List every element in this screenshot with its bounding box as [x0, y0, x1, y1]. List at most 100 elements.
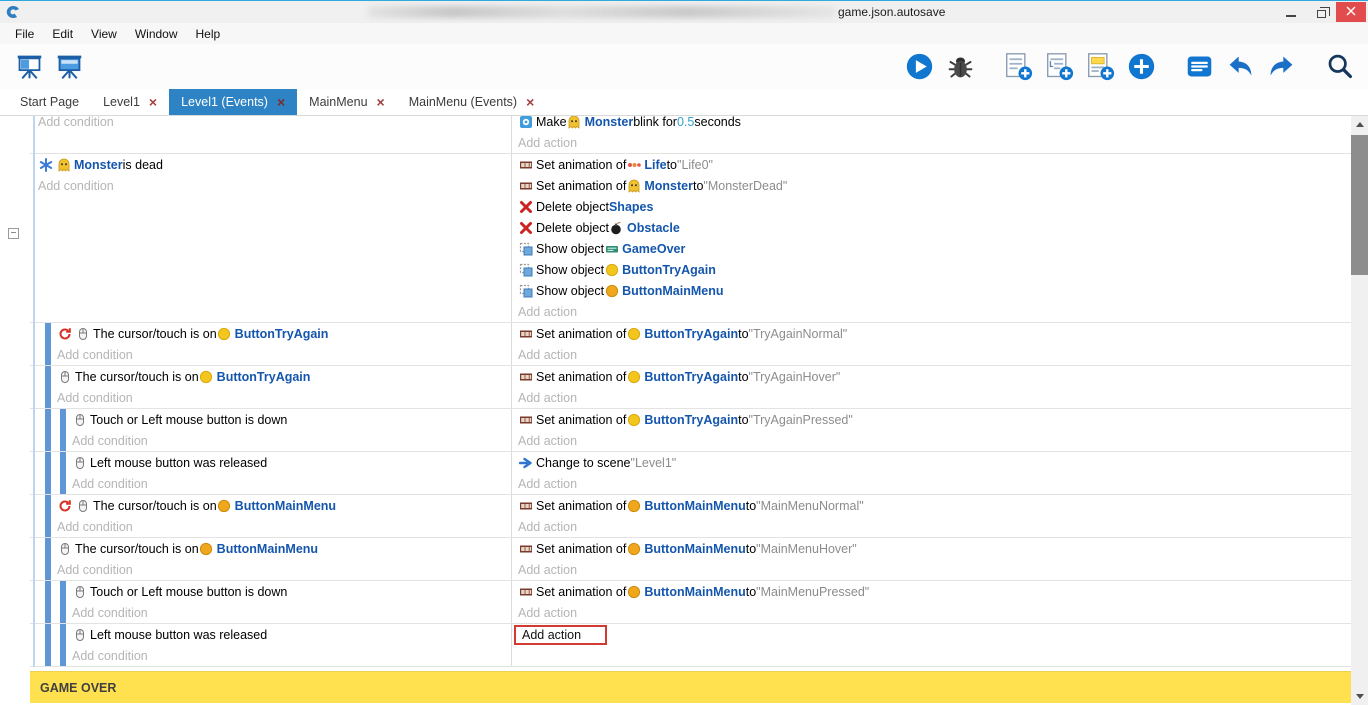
- add-condition-link[interactable]: Add condition: [57, 348, 133, 362]
- event-row[interactable]: Monster is dead Add condition Set animatio…: [30, 154, 1351, 323]
- event-row[interactable]: The cursor/touch is on ButtonMainMenu Add…: [30, 538, 1351, 581]
- close-button[interactable]: [1336, 2, 1366, 22]
- tab-close-icon[interactable]: ×: [277, 95, 285, 109]
- menu-item-view[interactable]: View: [82, 24, 126, 44]
- add-action-link[interactable]: Add action: [514, 625, 607, 645]
- event-row[interactable]: Left mouse button was released Add condit…: [30, 452, 1351, 495]
- add-action-link[interactable]: Add action: [518, 348, 577, 362]
- add-other-event-button[interactable]: [1124, 50, 1158, 84]
- redo-button[interactable]: [1264, 50, 1298, 84]
- events-editor-button[interactable]: [52, 50, 86, 84]
- menu-item-edit[interactable]: Edit: [43, 24, 82, 44]
- vertical-scrollbar[interactable]: [1351, 116, 1368, 705]
- condition[interactable]: Touch or Left mouse button is down: [72, 409, 511, 430]
- condition[interactable]: The cursor/touch is on ButtonTryAgain: [57, 366, 511, 387]
- condition[interactable]: The cursor/touch is on ButtonTryAgain: [57, 323, 511, 344]
- mouse-icon: [75, 326, 90, 341]
- preview-button[interactable]: [902, 50, 936, 84]
- animation-icon: [518, 584, 533, 599]
- maximize-button[interactable]: [1306, 2, 1336, 22]
- event-row[interactable]: The cursor/touch is on ButtonMainMenu Add…: [30, 495, 1351, 538]
- text-part: Set animation of: [536, 158, 626, 172]
- add-comment-button[interactable]: [1083, 50, 1117, 84]
- condition[interactable]: Left mouse button was released: [72, 624, 511, 645]
- text-part: to: [738, 370, 748, 384]
- action[interactable]: Delete object Shapes: [518, 196, 1351, 217]
- action[interactable]: Show object GameOver: [518, 238, 1351, 259]
- animation-icon: [518, 178, 533, 193]
- action[interactable]: Set animation of ButtonMainMenu to "Main…: [518, 538, 1351, 559]
- add-condition-row: Add condition: [72, 473, 511, 494]
- action[interactable]: Set animation of ButtonMainMenu to "Main…: [518, 495, 1351, 516]
- menu-item-help[interactable]: Help: [187, 24, 230, 44]
- search-button[interactable]: [1322, 50, 1356, 84]
- undo-button[interactable]: [1223, 50, 1257, 84]
- add-condition-link[interactable]: Add condition: [72, 477, 148, 491]
- add-condition-link[interactable]: Add condition: [72, 606, 148, 620]
- add-action-link[interactable]: Add action: [518, 305, 577, 319]
- scene-editor-button[interactable]: [12, 50, 46, 84]
- add-event-button[interactable]: [1001, 50, 1035, 84]
- event-row[interactable]: Touch or Left mouse button is down Add co…: [30, 581, 1351, 624]
- collapse-event-toggle[interactable]: −: [8, 228, 19, 239]
- condition[interactable]: The cursor/touch is on ButtonMainMenu: [57, 495, 511, 516]
- action[interactable]: Set animation of ButtonTryAgain to "TryA…: [518, 409, 1351, 430]
- add-condition-link[interactable]: Add condition: [72, 434, 148, 448]
- add-condition-link[interactable]: Add condition: [38, 179, 114, 193]
- scroll-down-button[interactable]: [1351, 688, 1368, 705]
- tab-mainmenu[interactable]: MainMenu×: [297, 89, 397, 115]
- add-action-link[interactable]: Add action: [518, 391, 577, 405]
- conditions-cell: The cursor/touch is on ButtonMainMenu Add…: [30, 538, 512, 580]
- tab-level1-events[interactable]: Level1 (Events)×: [169, 89, 297, 115]
- action[interactable]: Set animation of ButtonMainMenu to "Main…: [518, 581, 1351, 602]
- add-condition-link[interactable]: Add condition: [57, 391, 133, 405]
- add-condition-link[interactable]: Add condition: [72, 649, 148, 663]
- add-action-link[interactable]: Add action: [518, 606, 577, 620]
- add-condition-link[interactable]: Add condition: [57, 563, 133, 577]
- restore-icon: [1317, 10, 1326, 18]
- menu-item-file[interactable]: File: [6, 24, 43, 44]
- debugger-button[interactable]: [943, 50, 977, 84]
- action[interactable]: Set animation of ButtonTryAgain to "TryA…: [518, 366, 1351, 387]
- action[interactable]: Set animation of Monster to "MonsterDead…: [518, 175, 1351, 196]
- action[interactable]: Set animation of Life to "Life0": [518, 154, 1351, 175]
- tab-close-icon[interactable]: ×: [526, 95, 534, 109]
- add-subevent-button[interactable]: [1042, 50, 1076, 84]
- tab-mainmenu-events[interactable]: MainMenu (Events)×: [397, 89, 547, 115]
- action[interactable]: Change to scene "Level1": [518, 452, 1351, 473]
- action[interactable]: Make Monster blink for 0.5 seconds: [518, 116, 1351, 132]
- tab-start-page[interactable]: Start Page: [8, 89, 91, 115]
- minimize-button[interactable]: [1276, 2, 1306, 22]
- action[interactable]: Show object ButtonTryAgain: [518, 259, 1351, 280]
- condition[interactable]: Left mouse button was released: [72, 452, 511, 473]
- add-action-link[interactable]: Add action: [518, 136, 577, 150]
- event-row[interactable]: The cursor/touch is on ButtonTryAgain Add…: [30, 323, 1351, 366]
- comment-event[interactable]: GAME OVER: [30, 671, 1351, 703]
- add-subevent-icon: [1045, 52, 1074, 81]
- add-condition-link[interactable]: Add condition: [57, 520, 133, 534]
- add-action-link[interactable]: Add action: [518, 520, 577, 534]
- object-name: GameOver: [622, 242, 685, 256]
- nesting-bar: [45, 495, 51, 537]
- event-row[interactable]: The cursor/touch is on ButtonTryAgain Add…: [30, 366, 1351, 409]
- condition[interactable]: Monster is dead: [38, 154, 511, 175]
- action[interactable]: Set animation of ButtonTryAgain to "TryA…: [518, 323, 1351, 344]
- menu-item-window[interactable]: Window: [126, 24, 187, 44]
- event-row[interactable]: Add condition Make Monster blink for 0.5 …: [30, 116, 1351, 154]
- add-condition-link[interactable]: Add condition: [38, 116, 114, 129]
- condition[interactable]: The cursor/touch is on ButtonMainMenu: [57, 538, 511, 559]
- scrollbar-thumb[interactable]: [1351, 135, 1368, 275]
- action[interactable]: Show object ButtonMainMenu: [518, 280, 1351, 301]
- tab-level1[interactable]: Level1×: [91, 89, 169, 115]
- event-row[interactable]: Touch or Left mouse button is down Add co…: [30, 409, 1351, 452]
- add-action-link[interactable]: Add action: [518, 477, 577, 491]
- event-row[interactable]: Left mouse button was released Add condit…: [30, 624, 1351, 667]
- toggle-events-button[interactable]: [1182, 50, 1216, 84]
- tab-close-icon[interactable]: ×: [149, 95, 157, 109]
- scroll-up-button[interactable]: [1351, 116, 1368, 133]
- tab-close-icon[interactable]: ×: [377, 95, 385, 109]
- add-action-link[interactable]: Add action: [518, 434, 577, 448]
- action[interactable]: Delete object Obstacle: [518, 217, 1351, 238]
- add-action-link[interactable]: Add action: [518, 563, 577, 577]
- condition[interactable]: Touch or Left mouse button is down: [72, 581, 511, 602]
